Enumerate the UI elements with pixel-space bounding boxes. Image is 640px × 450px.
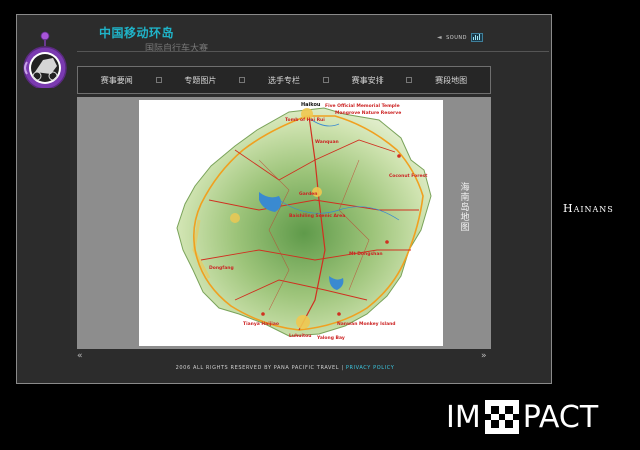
map-label-baishiling: Baishiling Scenic Area — [289, 214, 346, 219]
sound-control[interactable]: ◄ SOUND — [437, 33, 483, 42]
side-label-hainan-map: 海南岛地图 — [460, 183, 470, 233]
hainan-island-map: Haikou Five Official Memorial Temple Man… — [139, 100, 443, 346]
map-label-dongshan: Mt Dongshan — [349, 252, 383, 257]
impact-mark-icon — [483, 398, 521, 436]
header-divider — [77, 51, 549, 52]
map-label-five-official: Five Official Memorial Temple — [325, 104, 400, 109]
impact-logo-right: PACT — [522, 399, 599, 435]
footer-copyright: 2006 ALL RIGHTS RESERVED BY PANA PACIFIC… — [175, 365, 346, 371]
map-label-tianya: Tianya Haijiao — [243, 322, 279, 327]
prev-arrow-icon[interactable]: « — [77, 351, 83, 361]
map-city-haikou: Haikou — [301, 102, 321, 108]
map-label-monkey: Nanwan Monkey Island — [337, 322, 396, 327]
sound-toggle-icon[interactable] — [470, 33, 483, 42]
map-label-luhuitou: Luhuitou — [289, 334, 312, 339]
footer: 2006 ALL RIGHTS RESERVED BY PANA PACIFIC… — [17, 365, 553, 371]
nav-item-stage-map[interactable]: 赛段地图 — [412, 75, 490, 86]
map-label-wanquan: Wanquan — [315, 140, 339, 145]
map-graphic — [176, 107, 432, 337]
brand-title: 中国移动环岛 — [99, 26, 175, 40]
map-label-mangrove: Mangrove Nature Reserve — [335, 111, 402, 116]
impact-logo-left: IM — [446, 399, 481, 435]
privacy-policy-link[interactable]: PRIVACY POLICY — [346, 365, 395, 371]
main-nav: 赛事要闻 专题图片 选手专栏 赛事安排 赛段地图 — [77, 66, 491, 94]
nav-item-riders[interactable]: 选手专栏 — [245, 75, 323, 86]
nav-item-schedule[interactable]: 赛事安排 — [329, 75, 407, 86]
site-frame: 中国移动环岛 国际自行车大赛 ◄ SOUND 赛事要闻 专题图片 选手专栏 赛事… — [16, 14, 552, 384]
map-label-sanya-bay: Yalong Bay — [317, 336, 345, 341]
nav-item-photos[interactable]: 专题图片 — [162, 75, 240, 86]
sound-label: SOUND — [446, 34, 467, 41]
sound-arrow-icon: ◄ — [437, 34, 443, 41]
brand-subtitle: 国际自行车大赛 — [145, 44, 209, 54]
cyclist-badge-logo — [17, 28, 73, 90]
map-label-dongfang: Dongfang — [209, 266, 234, 271]
next-arrow-icon[interactable]: » — [481, 351, 487, 361]
content-area: Haikou Five Official Memorial Temple Man… — [77, 97, 491, 349]
map-label-tomb: Tomb of Hai Rui — [285, 118, 325, 123]
caption-hainans: Hainans — [563, 202, 614, 215]
impact-logo: IM PACT — [446, 398, 598, 436]
map-label-garden: Garden — [299, 192, 318, 197]
nav-item-news[interactable]: 赛事要闻 — [78, 75, 156, 86]
map-label-coconut: Coconut Forest — [389, 174, 428, 179]
